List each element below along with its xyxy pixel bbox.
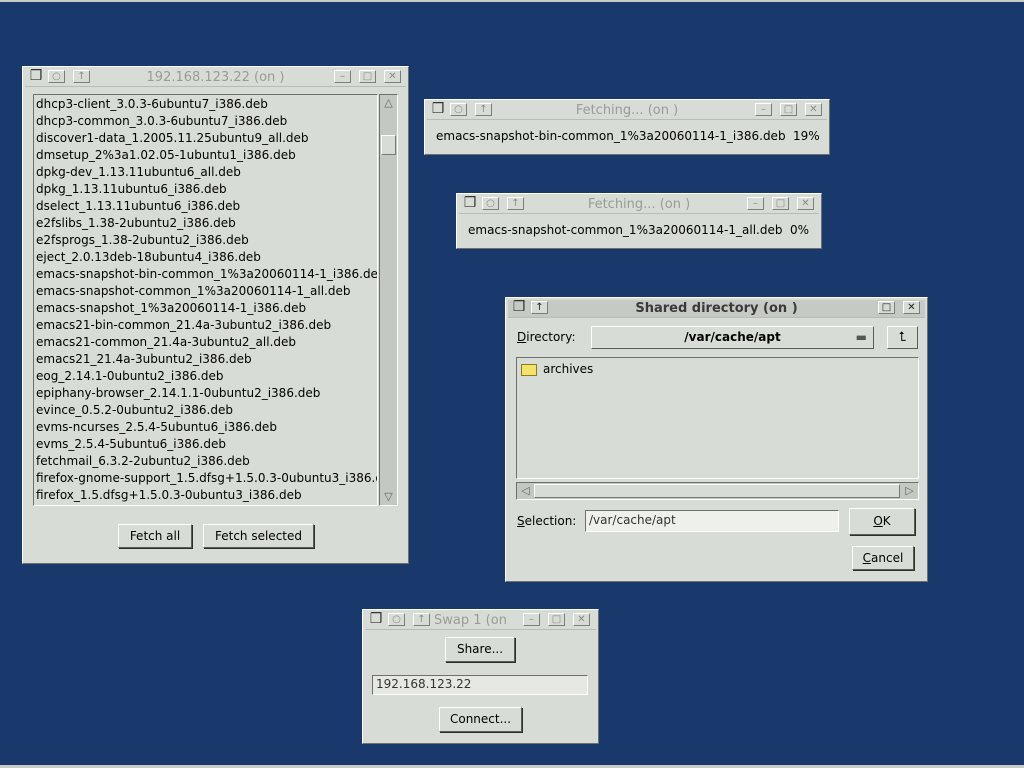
file-list-item[interactable]: emacs21_21.4a-3ubuntu2_i386.deb	[34, 351, 377, 368]
folder-list-hscrollbar[interactable]: ◁ ▷	[516, 482, 919, 500]
file-list-item[interactable]: firefox_1.5.dfsg+1.5.0.3-0ubuntu3_i386.d…	[34, 487, 377, 504]
window-title: Shared directory (on )	[635, 301, 798, 316]
close-icon[interactable]: ✕	[384, 70, 401, 83]
scrollbar-thumb[interactable]	[381, 135, 396, 155]
maximize-icon[interactable]: □	[548, 613, 565, 626]
file-list-items: dhcp3-client_3.0.3-6ubuntu7_i386.deb dhcp…	[34, 96, 377, 504]
file-list-item[interactable]: emacs-snapshot-common_1%3a20060114-1_all…	[34, 283, 377, 300]
fetch-selected-button[interactable]: Fetch selected	[203, 524, 314, 548]
maximize-icon[interactable]: □	[359, 70, 376, 83]
directory-dropdown[interactable]: /var/cache/apt ▬	[591, 326, 874, 349]
folder-icon	[521, 363, 537, 376]
minimize-icon[interactable]: –	[747, 197, 764, 210]
swap-window: ❒ ○ ↑ Swap 1 (on – □ ✕ Share... 192.168.…	[362, 609, 599, 744]
shared-directory-titlebar[interactable]: ❒ ↑ Shared directory (on ) □ ✕	[508, 300, 925, 318]
minimize-icon[interactable]: –	[755, 103, 772, 116]
file-list-item[interactable]: emacs-snapshot_1%3a20060114-1_i386.deb	[34, 300, 377, 317]
swap-titlebar[interactable]: ❒ ○ ↑ Swap 1 (on – □ ✕	[365, 612, 596, 630]
file-list-item[interactable]: dhcp3-common_3.0.3-6ubuntu7_i386.deb	[34, 113, 377, 130]
maximize-icon[interactable]: □	[780, 103, 797, 116]
fetching-progress: 19%	[793, 129, 820, 143]
fetching-window-2: ❒ ○ ↑ Fetching... (on ) – □ ✕ emacs-snap…	[456, 193, 822, 249]
fetch-all-button[interactable]: Fetch all	[118, 524, 192, 548]
fetching-file-name: emacs-snapshot-common_1%3a20060114-1_all…	[468, 223, 783, 237]
file-list-item[interactable]: eject_2.0.13deb-18ubuntu4_i386.deb	[34, 249, 377, 266]
scroll-down-icon[interactable]: ▽	[381, 490, 396, 504]
directory-label: Directory:	[517, 330, 576, 344]
minimize-icon[interactable]: –	[523, 613, 540, 626]
file-list-item[interactable]: dmsetup_2%3a1.02.05-1ubuntu1_i386.deb	[34, 147, 377, 164]
close-icon[interactable]: ✕	[805, 103, 822, 116]
file-list-item[interactable]: e2fsprogs_1.38-2ubuntu2_i386.deb	[34, 232, 377, 249]
file-list-item[interactable]: fetchmail_6.3.2-2ubuntu2_i386.deb	[34, 453, 377, 470]
scrollbar-track[interactable]	[534, 484, 900, 498]
selection-label: Selection:	[517, 514, 577, 528]
parent-directory-icon: ⮤	[898, 330, 907, 345]
maximize-icon[interactable]: □	[878, 301, 895, 314]
fetching-file-name: emacs-snapshot-bin-common_1%3a20060114-1…	[436, 129, 786, 143]
host-address-input[interactable]: 192.168.123.22	[372, 675, 588, 695]
pin-icon[interactable]: ○	[388, 613, 405, 626]
file-list-item[interactable]: epiphany-browser_2.14.1.1-0ubuntu2_i386.…	[34, 385, 377, 402]
fetching-window-1: ❒ ○ ↑ Fetching... (on ) – □ ✕ emacs-snap…	[424, 99, 830, 155]
host-files-titlebar[interactable]: ❒ ○ ↑ 192.168.123.22 (on ) – □ ✕	[25, 69, 406, 87]
minimize-icon[interactable]: –	[334, 70, 351, 83]
file-list-item[interactable]: dselect_1.13.11ubuntu6_i386.deb	[34, 198, 377, 215]
file-list-item[interactable]: firefox-gnome-support_1.5.dfsg+1.5.0.3-0…	[34, 470, 377, 487]
file-list-scrollbar[interactable]: △ ▽	[379, 94, 398, 506]
window-menu-icon[interactable]: ❒	[368, 612, 384, 627]
share-button[interactable]: Share...	[445, 637, 515, 662]
shared-directory-dialog: ❒ ↑ Shared directory (on ) □ ✕ Directory…	[505, 297, 928, 582]
file-list-item[interactable]: eog_2.14.1-0ubuntu2_i386.deb	[34, 368, 377, 385]
file-list-item[interactable]: dhcp3-client_3.0.3-6ubuntu7_i386.deb	[34, 96, 377, 113]
cancel-button[interactable]: Cancel	[852, 546, 914, 570]
close-icon[interactable]: ✕	[903, 301, 920, 314]
close-icon[interactable]: ✕	[797, 197, 814, 210]
parent-directory-button[interactable]: ⮤	[887, 326, 918, 349]
file-list-item[interactable]: dpkg_1.13.11ubuntu6_i386.deb	[34, 181, 377, 198]
selection-input[interactable]: /var/cache/apt	[585, 510, 839, 532]
scroll-right-icon[interactable]: ▷	[902, 484, 917, 498]
file-list-item[interactable]: discover1-data_1.2005.11.25ubuntu9_all.d…	[34, 130, 377, 147]
fetching-progress: 0%	[790, 223, 810, 237]
file-list-item[interactable]: emacs21-bin-common_21.4a-3ubuntu2_i386.d…	[34, 317, 377, 334]
scroll-left-icon[interactable]: ◁	[518, 484, 533, 498]
window-title: Fetching... (on )	[587, 197, 691, 212]
window-title: Swap 1 (on	[434, 613, 507, 628]
screen-top-border	[0, 0, 1024, 2]
dropdown-arrow-icon: ▬	[855, 330, 867, 344]
file-list-item[interactable]: dpkg-dev_1.13.11ubuntu6_all.deb	[34, 164, 377, 181]
directory-value: /var/cache/apt	[684, 330, 781, 344]
host-files-window: ❒ ○ ↑ 192.168.123.22 (on ) – □ ✕ dhcp3-c…	[22, 66, 409, 564]
ok-button[interactable]: OK	[849, 508, 915, 535]
file-list-item[interactable]: evms_2.5.4-5ubuntu6_i386.deb	[34, 436, 377, 453]
folder-list[interactable]: archives	[516, 357, 919, 479]
file-list-item[interactable]: e2fslibs_1.38-2ubuntu2_i386.deb	[34, 215, 377, 232]
maximize-icon[interactable]: □	[772, 197, 789, 210]
scroll-up-icon[interactable]: △	[381, 96, 396, 110]
fetching-2-titlebar[interactable]: ❒ ○ ↑ Fetching... (on ) – □ ✕	[459, 196, 819, 214]
connect-button[interactable]: Connect...	[439, 707, 522, 732]
close-icon[interactable]: ✕	[573, 613, 590, 626]
folder-name: archives	[543, 362, 594, 376]
file-list-item[interactable]: emacs-snapshot-bin-common_1%3a20060114-1…	[34, 266, 377, 283]
file-list[interactable]: dhcp3-client_3.0.3-6ubuntu7_i386.deb dhcp…	[33, 94, 378, 506]
file-list-item[interactable]: evince_0.5.2-0ubuntu2_i386.deb	[34, 402, 377, 419]
folder-item[interactable]: archives	[521, 361, 593, 377]
file-list-item[interactable]: evms-ncurses_2.5.4-5ubuntu6_i386.deb	[34, 419, 377, 436]
fetching-1-titlebar[interactable]: ❒ ○ ↑ Fetching... (on ) – □ ✕	[427, 102, 827, 120]
file-list-item[interactable]: emacs21-common_21.4a-3ubuntu2_all.deb	[34, 334, 377, 351]
